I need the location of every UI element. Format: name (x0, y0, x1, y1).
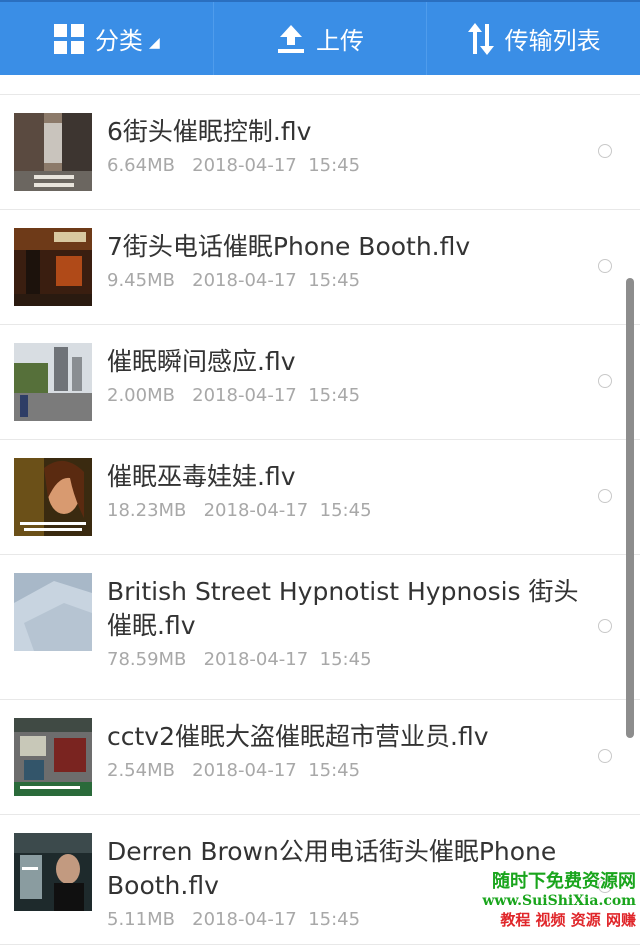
file-row[interactable]: 6街头催眠控制.flv 6.64MB 2018-04-17 15:45 (0, 95, 640, 210)
select-radio[interactable] (598, 749, 612, 763)
file-date: 2018-04-17 (203, 649, 309, 670)
video-thumbnail (14, 343, 92, 421)
watermark-line3: 教程 视频 资源 网赚 (500, 911, 636, 929)
category-label: 分类 (94, 27, 143, 55)
watermark-line2: www.SuiShiXia.com (482, 893, 636, 909)
file-meta: 18.23MB 2018-04-17 15:45 (107, 500, 580, 521)
file-size: 2.00MB (107, 385, 175, 406)
file-list: 6街头催眠控制.flv 6.64MB 2018-04-17 15:45 7街头电… (0, 94, 640, 945)
select-radio[interactable] (598, 259, 612, 273)
file-info: British Street Hypnotist Hypnosis 街头催眠.f… (107, 575, 580, 670)
file-meta: 9.45MB 2018-04-17 15:45 (107, 270, 580, 291)
file-date: 2018-04-17 (192, 385, 297, 406)
file-name: 7街头电话催眠Phone Booth.flv (107, 232, 471, 261)
file-row[interactable]: 催眠瞬间感应.flv 2.00MB 2018-04-17 15:45 (0, 325, 640, 440)
file-size: 2.54MB (107, 760, 175, 781)
file-size: 6.64MB (107, 155, 175, 176)
file-row[interactable]: British Street Hypnotist Hypnosis 街头催眠.f… (0, 555, 640, 700)
file-name: 催眠瞬间感应.flv (107, 347, 296, 376)
file-name: cctv2催眠大盗催眠超市营业员.flv (107, 722, 489, 751)
file-date: 2018-04-17 (203, 500, 309, 521)
file-row[interactable]: 催眠巫毒娃娃.flv 18.23MB 2018-04-17 15:45 (0, 440, 640, 555)
video-thumbnail (14, 228, 92, 306)
file-name: British Street Hypnotist Hypnosis 街头催眠.f… (107, 577, 579, 640)
grid-icon (53, 23, 84, 54)
file-meta: 78.59MB 2018-04-17 15:45 (107, 649, 580, 670)
file-time: 15:45 (308, 270, 361, 291)
file-time: 15:45 (308, 385, 361, 406)
file-time: 15:45 (319, 649, 372, 670)
select-radio[interactable] (598, 619, 612, 633)
file-time: 15:45 (308, 760, 361, 781)
file-time: 15:45 (308, 155, 361, 176)
file-date: 2018-04-17 (192, 270, 297, 291)
file-name: 催眠巫毒娃娃.flv (107, 462, 296, 491)
select-radio[interactable] (598, 144, 612, 158)
file-row[interactable]: cctv2催眠大盗催眠超市营业员.flv 2.54MB 2018-04-17 1… (0, 700, 640, 815)
file-date: 2018-04-17 (192, 909, 297, 930)
video-thumbnail (14, 718, 92, 796)
file-date: 2018-04-17 (192, 760, 297, 781)
file-meta: 2.54MB 2018-04-17 15:45 (107, 760, 580, 781)
select-radio[interactable] (598, 489, 612, 503)
file-info: 催眠瞬间感应.flv 2.00MB 2018-04-17 15:45 (107, 345, 580, 406)
transfer-list-button[interactable]: 传输列表 (426, 2, 640, 75)
transfer-arrows-icon (467, 22, 494, 55)
file-date: 2018-04-17 (192, 155, 297, 176)
scrollbar[interactable] (626, 278, 634, 738)
file-meta: 6.64MB 2018-04-17 15:45 (107, 155, 580, 176)
video-thumbnail (14, 573, 92, 651)
watermark: 随时下免费资源网 www.SuiShiXia.com 教程 视频 资源 网赚 (482, 867, 636, 930)
file-name: 6街头催眠控制.flv (107, 117, 312, 146)
video-thumbnail (14, 833, 92, 911)
file-info: 7街头电话催眠Phone Booth.flv 9.45MB 2018-04-17… (107, 230, 580, 291)
file-info: 催眠巫毒娃娃.flv 18.23MB 2018-04-17 15:45 (107, 460, 580, 521)
file-size: 78.59MB (107, 649, 187, 670)
upload-button[interactable]: 上传 (212, 2, 427, 75)
upload-icon (278, 24, 304, 53)
file-size: 18.23MB (107, 500, 187, 521)
file-info: 6街头催眠控制.flv 6.64MB 2018-04-17 15:45 (107, 115, 580, 176)
file-size: 9.45MB (107, 270, 175, 291)
video-thumbnail (14, 113, 92, 191)
watermark-line1: 随时下免费资源网 (492, 871, 636, 892)
caret-down-icon: ◢ (148, 34, 160, 51)
file-size: 5.11MB (107, 909, 175, 930)
top-toolbar: 分类 ◢ 上传 传输列表 (0, 0, 640, 75)
file-time: 15:45 (308, 909, 361, 930)
select-radio[interactable] (598, 374, 612, 388)
file-meta: 2.00MB 2018-04-17 15:45 (107, 385, 580, 406)
file-row[interactable]: 7街头电话催眠Phone Booth.flv 9.45MB 2018-04-17… (0, 210, 640, 325)
file-info: cctv2催眠大盗催眠超市营业员.flv 2.54MB 2018-04-17 1… (107, 720, 580, 781)
upload-label: 上传 (316, 27, 364, 55)
transfer-list-label: 传输列表 (504, 27, 601, 55)
file-time: 15:45 (319, 500, 372, 521)
video-thumbnail (14, 458, 92, 536)
category-button[interactable]: 分类 ◢ (0, 2, 213, 75)
